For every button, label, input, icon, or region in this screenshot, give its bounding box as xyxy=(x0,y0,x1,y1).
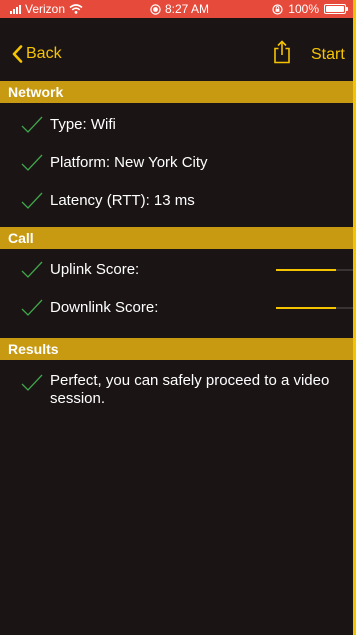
results-section-title: Results xyxy=(8,341,59,357)
downlink-score-label: Downlink Score: xyxy=(50,299,159,316)
downlink-score-bar xyxy=(276,307,353,309)
check-icon xyxy=(21,154,43,171)
results-section-header: Results xyxy=(0,338,353,360)
list-item: Latency (RTT): 13 ms xyxy=(0,182,353,220)
call-section-title: Call xyxy=(8,230,34,246)
battery-icon xyxy=(324,4,348,14)
check-icon xyxy=(21,116,43,133)
back-label: Back xyxy=(26,45,62,62)
cellular-signal-icon xyxy=(10,4,21,14)
wifi-icon xyxy=(69,4,83,14)
app-screen: Verizon 8:27 AM 100% Back Start Network … xyxy=(0,0,356,635)
back-button[interactable]: Back xyxy=(12,45,62,63)
chevron-left-icon xyxy=(12,45,23,63)
latency-label: Latency (RTT): 13 ms xyxy=(50,192,195,209)
share-icon xyxy=(274,40,290,64)
carrier-label: Verizon xyxy=(25,2,66,16)
list-item: Downlink Score: xyxy=(0,289,353,327)
uplink-score-fill xyxy=(276,269,336,271)
orientation-lock-icon xyxy=(272,3,283,15)
platform-label: Platform: New York City xyxy=(50,154,208,171)
check-icon xyxy=(21,299,43,316)
status-center: 8:27 AM xyxy=(150,2,209,16)
network-section-header: Network xyxy=(0,81,353,103)
battery-percent: 100% xyxy=(288,2,319,16)
share-button[interactable] xyxy=(272,40,292,69)
navigation-bar: Back Start xyxy=(0,18,353,81)
check-icon xyxy=(21,374,43,391)
status-left: Verizon xyxy=(10,2,83,16)
uplink-score-label: Uplink Score: xyxy=(50,261,140,278)
uplink-score-bar xyxy=(276,269,353,271)
diagnostics-list: Network Type: Wifi Platform: New York Ci… xyxy=(0,81,353,635)
check-icon xyxy=(21,192,43,209)
check-icon xyxy=(21,261,43,278)
start-button[interactable]: Start xyxy=(311,46,345,64)
list-item: Uplink Score: xyxy=(0,251,353,289)
status-right: 100% xyxy=(272,2,348,16)
status-time: 8:27 AM xyxy=(165,2,210,16)
network-type-label: Type: Wifi xyxy=(50,116,116,133)
network-section-title: Network xyxy=(8,84,64,100)
result-message: Perfect, you can safely proceed to a vid… xyxy=(50,372,330,407)
call-section-header: Call xyxy=(0,227,353,249)
list-item: Platform: New York City xyxy=(0,144,353,182)
status-bar: Verizon 8:27 AM 100% xyxy=(0,0,353,18)
recording-icon xyxy=(150,3,161,15)
list-item: Type: Wifi xyxy=(0,106,353,144)
downlink-score-fill xyxy=(276,307,336,309)
